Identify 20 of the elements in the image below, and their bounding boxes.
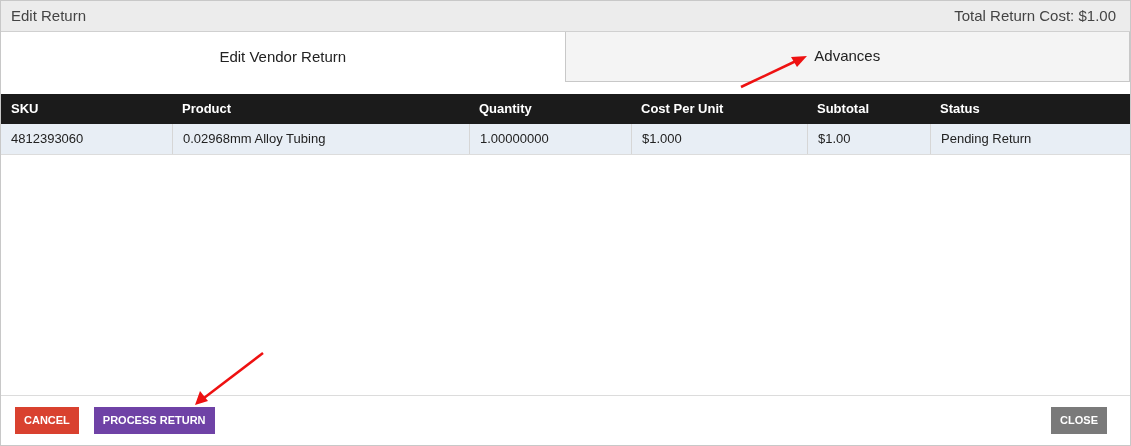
table-cell-text: 4812393060 (10, 130, 85, 149)
window-title: Edit Return (11, 5, 87, 26)
cancel-button[interactable]: CANCEL (15, 407, 79, 434)
column-header: Cost Per Unit (640, 100, 725, 119)
total-return-cost: Total Return Cost: $1.00 (954, 5, 1117, 26)
annotation-arrow (195, 352, 264, 405)
column-header: Subtotal (816, 100, 870, 119)
table-cell: 0.02968mm Alloy Tubing (172, 124, 469, 154)
column-header: SKU (10, 100, 40, 119)
close-button[interactable]: CLOSE (1051, 407, 1107, 434)
table-cell: $1.000 (631, 124, 807, 154)
column-header: Product (181, 100, 233, 119)
process-return-button[interactable]: PROCESS RETURN (93, 407, 215, 434)
table-cell: Pending Return (930, 124, 1130, 154)
table-cell: 1.00000000 (469, 124, 631, 154)
annotation-arrow (740, 56, 807, 89)
table-cell: $1.00 (807, 124, 930, 154)
tab[interactable]: Advances (564, 32, 1130, 82)
column-header: Quantity (478, 100, 533, 119)
column-header: Status (939, 100, 981, 119)
